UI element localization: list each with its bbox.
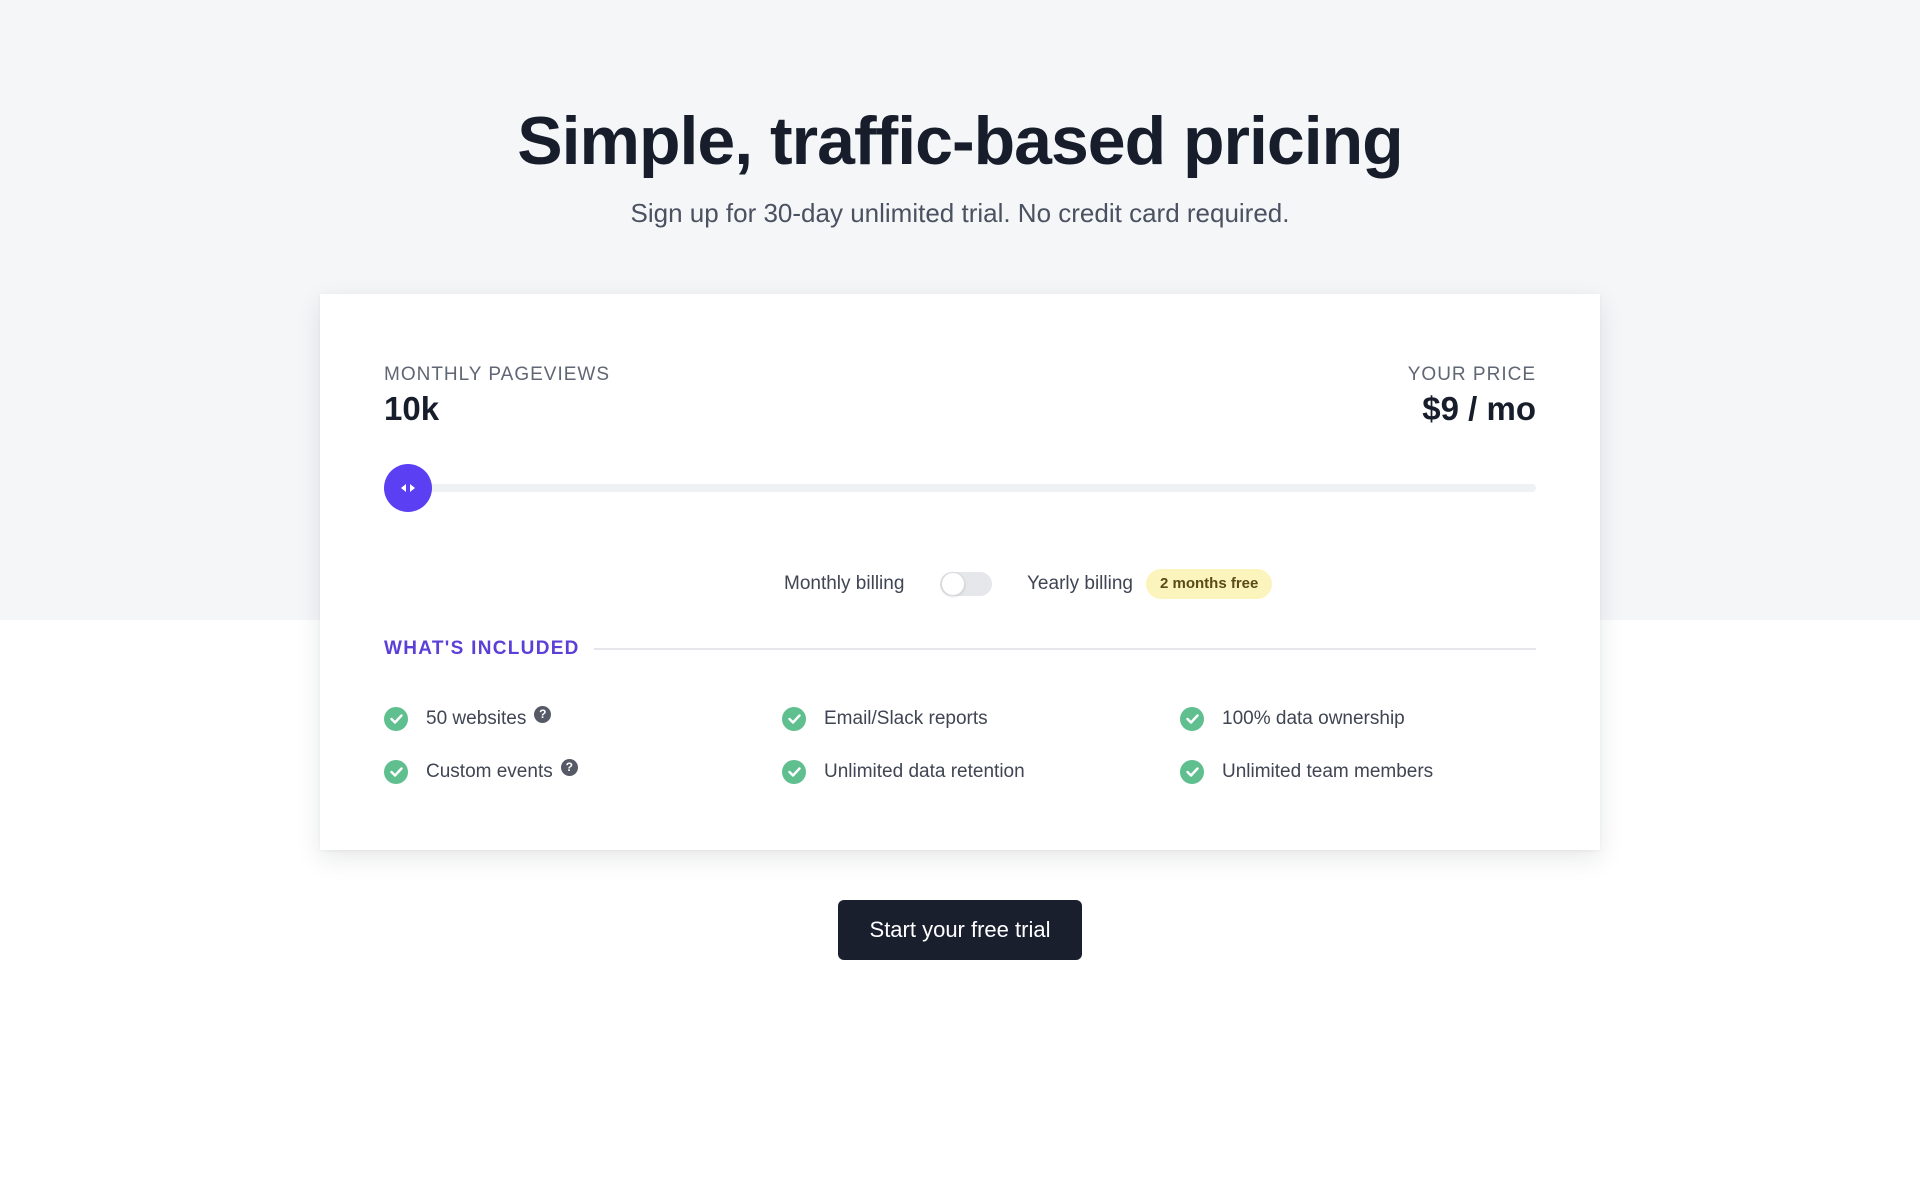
feature-label: Email/Slack reports [824,708,988,729]
feature-label: Custom events [426,761,553,782]
feature-label: 100% data ownership [1222,708,1405,729]
feature-item: Unlimited team members [1180,757,1433,787]
feature-list: 50 websites ? Email/Slack reports 100% d… [384,704,1536,814]
help-icon[interactable]: ? [534,705,552,723]
slider-track[interactable] [384,484,1536,492]
start-trial-button[interactable]: Start your free trial [838,900,1082,960]
feature-item: 50 websites ? [384,704,552,734]
pricing-card: MONTHLY PAGEVIEWS 10k YOUR PRICE $9 / mo… [320,294,1600,850]
billing-toggle[interactable] [940,572,992,596]
yearly-billing-label[interactable]: Yearly billing [1027,573,1133,595]
check-circle-icon [384,760,408,784]
pageviews-label: MONTHLY PAGEVIEWS [384,364,611,385]
price-label: YOUR PRICE [1407,364,1536,385]
feature-item: Email/Slack reports [782,704,988,734]
feature-label: Unlimited team members [1222,761,1434,782]
included-heading: WHAT'S INCLUDED [384,638,580,659]
page-title: Simple, traffic-based pricing [517,103,1403,179]
feature-label: Unlimited data retention [824,761,1025,782]
check-circle-icon [1180,707,1204,731]
slider-thumb[interactable] [384,464,432,512]
monthly-billing-label[interactable]: Monthly billing [784,573,904,595]
check-circle-icon [384,707,408,731]
drag-arrows-icon [401,484,415,492]
toggle-knob [941,572,965,596]
divider [594,648,1536,650]
help-icon[interactable]: ? [560,758,578,776]
pageviews-value: 10k [384,390,440,427]
feature-label: 50 websites [426,708,527,729]
check-circle-icon [782,760,806,784]
price-value: $9 / mo [1422,390,1536,427]
check-circle-icon [782,707,806,731]
feature-item: Custom events ? [384,757,578,787]
page-subtitle: Sign up for 30-day unlimited trial. No c… [630,198,1290,228]
pageviews-slider[interactable] [384,464,1536,512]
discount-badge: 2 months free [1146,569,1273,599]
billing-switch-row: Monthly billing Yearly billing 2 months … [320,564,1600,604]
feature-item: 100% data ownership [1180,704,1405,734]
feature-item: Unlimited data retention [782,757,1025,787]
check-circle-icon [1180,760,1204,784]
